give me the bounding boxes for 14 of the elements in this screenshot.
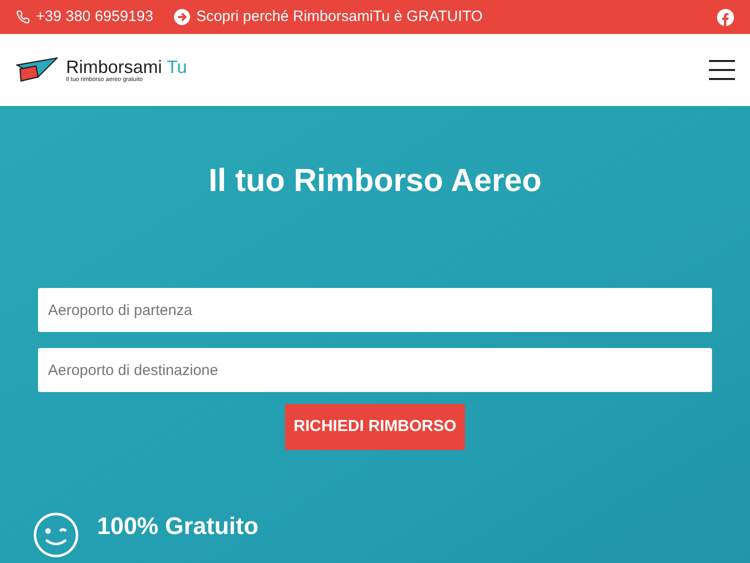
menu-button[interactable]: [709, 60, 735, 80]
feature-title: 100% Gratuito: [97, 512, 258, 542]
winking-smiley-icon: [33, 512, 79, 558]
promo-link[interactable]: Scopri perché RimborsamiTu è GRATUITO: [196, 6, 483, 28]
phone-link[interactable]: +39 380 6959193: [36, 6, 154, 28]
hero-title: Il tuo Rimborso Aereo: [208, 161, 542, 200]
submit-button[interactable]: RICHIEDI RIMBORSO: [284, 404, 466, 450]
paper-plane-logo-icon: [16, 57, 58, 83]
facebook-icon[interactable]: [717, 8, 734, 26]
logo-text: Rimborsami Tu: [66, 58, 188, 76]
arrow-circle-icon: [174, 9, 190, 25]
airport-field[interactable]: Aeroporto di partenza: [38, 288, 712, 332]
airport-field[interactable]: Aeroporto di destinazione: [38, 348, 712, 392]
phone-icon: [16, 10, 30, 24]
